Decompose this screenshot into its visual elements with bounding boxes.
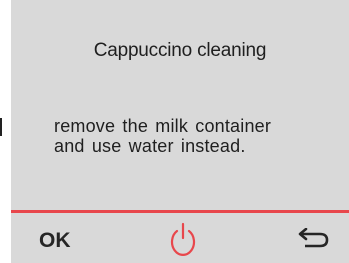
power-button[interactable] (168, 221, 198, 259)
footer-divider (11, 210, 349, 213)
ok-button[interactable]: OK (39, 224, 93, 258)
display-panel: Cappuccino cleaning remove the milk cont… (0, 0, 349, 263)
power-icon (170, 222, 196, 256)
side-indicator (0, 118, 2, 136)
back-arrow-icon (298, 228, 329, 248)
message-line-2: and use water instead. (54, 136, 246, 156)
instruction-message: remove the milk container and use water … (54, 116, 339, 156)
message-line-1: remove the milk container (54, 116, 272, 136)
screen-title: Cappuccino cleaning (93, 40, 267, 61)
back-button[interactable] (297, 228, 333, 252)
lcd-screen: Cappuccino cleaning remove the milk cont… (11, 0, 349, 263)
